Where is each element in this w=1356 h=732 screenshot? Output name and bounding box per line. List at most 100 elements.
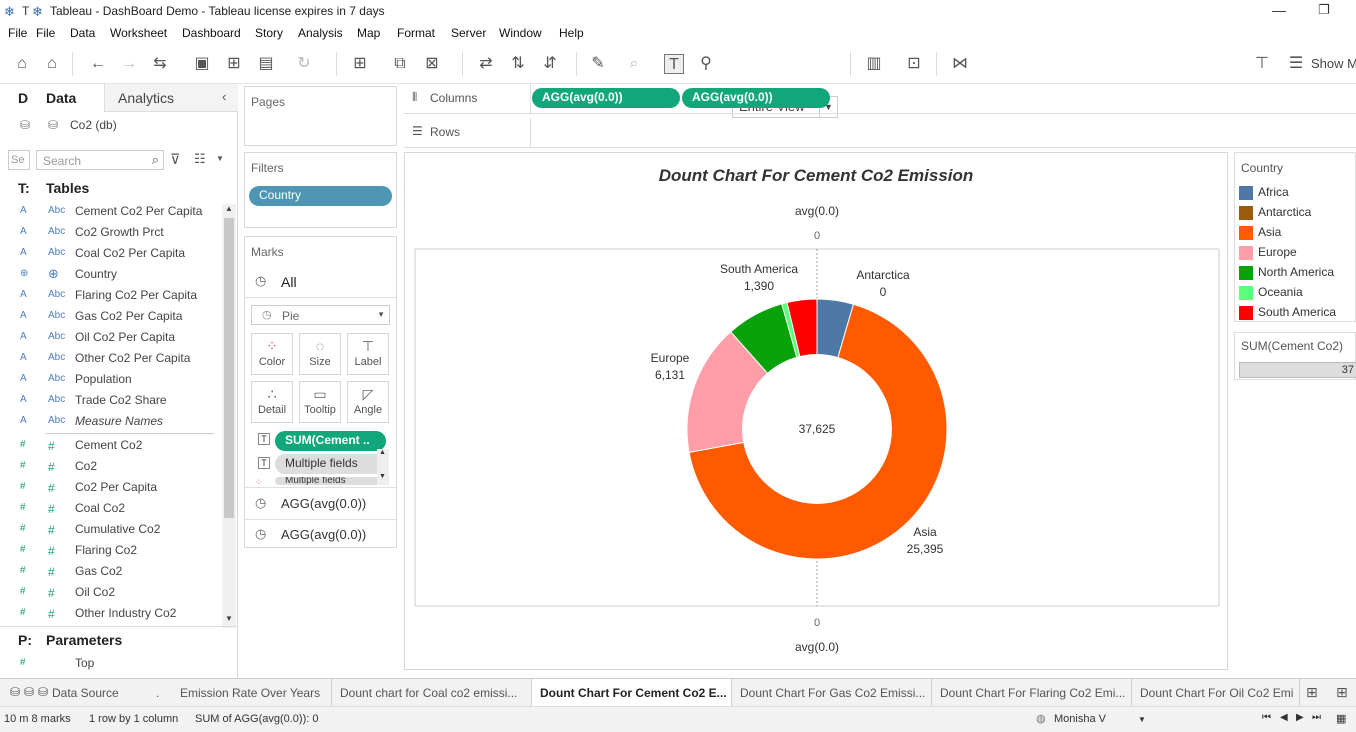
highlight-icon[interactable]: ✎ [588, 54, 608, 74]
color-button[interactable]: ⁘ Color [251, 333, 293, 375]
tab-data[interactable]: Data [46, 90, 76, 106]
field-dimension[interactable]: A Abc Gas Co2 Per Capita [0, 307, 220, 328]
field-dimension[interactable]: A Abc Co2 Growth Prct [0, 223, 220, 244]
scrollbar[interactable]: ▲ ▼ [377, 449, 389, 485]
field-dimension[interactable]: A Abc Coal Co2 Per Capita [0, 244, 220, 265]
show-me-icon[interactable]: ☰ [1286, 54, 1306, 74]
sheet-tab[interactable]: Dount Chart For Gas Co2 Emissi... [732, 679, 932, 707]
refresh-icon[interactable]: ↻ [294, 54, 314, 74]
show-me-button[interactable]: Show M [1311, 56, 1356, 71]
menu-analysis[interactable]: Analysis [298, 26, 343, 40]
field-measure[interactable]: # # Coal Co2 [0, 499, 220, 520]
replay-icon[interactable]: ⇆ [150, 54, 170, 74]
field-dimension[interactable]: A Abc Trade Co2 Share [0, 391, 220, 412]
new-datasource-icon[interactable]: ⊞ [224, 54, 244, 74]
field-dimension[interactable]: ⊕ ⊕ Country [0, 265, 220, 286]
scroll-up-icon[interactable]: ▲ [379, 449, 386, 456]
group-icon[interactable]: ⌕ [624, 54, 644, 74]
save-icon[interactable]: ▣ [192, 54, 212, 74]
new-dashboard-icon[interactable]: ⊞ [1336, 684, 1348, 701]
label-button[interactable]: ⊤ Label [347, 333, 389, 375]
tooltip-button[interactable]: ▭ Tooltip [299, 381, 341, 423]
grid-view-icon[interactable]: ▦ [1336, 712, 1346, 725]
filter-icon[interactable]: ⊽ [170, 151, 180, 168]
duplicate-sheet-icon[interactable]: ⧉ [390, 54, 410, 74]
new-sheet-icon[interactable]: ⊞ [350, 54, 370, 74]
scrollbar[interactable]: ▲ ▼ [222, 204, 236, 628]
donut-chart[interactable]: Dount Chart For Cement Co2 Emission avg(… [405, 153, 1227, 669]
show-labels-icon[interactable]: T [664, 54, 684, 74]
color-pill-multiple-fields[interactable]: Multiple fields [275, 477, 385, 485]
size-button[interactable]: ◌ Size [299, 333, 341, 375]
field-measure[interactable]: # # Oil Co2 [0, 583, 220, 604]
last-sheet-icon[interactable]: ⏭ [1312, 712, 1321, 723]
menu-window[interactable]: Window [499, 26, 542, 40]
field-measure[interactable]: # # Gas Co2 [0, 562, 220, 583]
format-painter-icon[interactable]: ⊤ [1252, 54, 1272, 74]
clear-sheet-icon[interactable]: ⊠ [422, 54, 442, 74]
menu-server[interactable]: Server [451, 26, 486, 40]
parameter-item[interactable]: # Top [0, 654, 220, 675]
filters-card[interactable]: Filters Country [244, 152, 397, 228]
angle-button[interactable]: ◸ Angle [347, 381, 389, 423]
pause-updates-icon[interactable]: ▤ [256, 54, 276, 74]
field-measure[interactable]: # # Other Industry Co2 [0, 604, 220, 625]
sheet-tab[interactable]: Dount Chart For Flaring Co2 Emi... [932, 679, 1132, 707]
scroll-down-icon[interactable]: ▼ [379, 473, 386, 480]
chevron-down-icon[interactable]: ▼ [216, 154, 224, 163]
sort-descending-icon[interactable]: ⇵ [540, 54, 560, 74]
home-icon[interactable]: ⌂ [12, 54, 32, 74]
sheet-tab[interactable]: Dount Chart For Oil Co2 Emi [1132, 679, 1300, 707]
view-list-icon[interactable]: ☷ [194, 151, 206, 167]
minimize-button[interactable]: — [1272, 2, 1286, 18]
first-sheet-icon[interactable]: ⏮ [1262, 712, 1271, 723]
field-measure[interactable]: # # Co2 [0, 457, 220, 478]
field-measure[interactable]: # # Cement Co2 [0, 436, 220, 457]
new-worksheet-icon[interactable]: ⊞ [1306, 684, 1318, 701]
column-pill-1[interactable]: AGG(avg(0.0)) [532, 88, 680, 108]
color-legend[interactable]: Country Africa Antarctica Asia Europe North … [1234, 152, 1356, 322]
field-measure[interactable]: # # Flaring Co2 [0, 541, 220, 562]
sort-ascending-icon[interactable]: ⇅ [508, 54, 528, 74]
label-pill-sum-cement[interactable]: SUM(Cement .. [275, 431, 386, 451]
menu-help[interactable]: Help [559, 26, 584, 40]
prev-sheet-icon[interactable]: ◀ [1280, 712, 1288, 723]
label-pill-multiple-fields[interactable]: Multiple fields [275, 454, 385, 474]
agg-card-1[interactable]: AGG(avg(0.0)) [281, 496, 366, 511]
menu-data[interactable]: Data [70, 26, 95, 40]
redo-icon[interactable]: → [119, 54, 139, 74]
tab-data-source[interactable]: Data Source [52, 686, 119, 700]
sheet-tab[interactable]: Dount chart for Coal co2 emissi... [332, 679, 532, 707]
detail-button[interactable]: ∴ Detail [251, 381, 293, 423]
field-dimension[interactable]: A Abc Oil Co2 Per Capita [0, 328, 220, 349]
tab-d[interactable]: D [18, 90, 28, 106]
sheet-tab[interactable]: Emission Rate Over Years [172, 679, 332, 707]
agg-card-2[interactable]: AGG(avg(0.0)) [281, 527, 366, 542]
sheet-tab[interactable]: Dount Chart For Cement Co2 E... [532, 679, 732, 707]
datasource-tab-icon[interactable]: ⛁ [38, 685, 48, 699]
menu-story[interactable]: Story [255, 26, 283, 40]
columns-shelf[interactable]: ⦀ Columns AGG(avg(0.0)) AGG(avg(0.0)) [404, 84, 1356, 114]
size-legend[interactable]: SUM(Cement Co2) 37 [1234, 332, 1356, 380]
tab-analytics[interactable]: Analytics [118, 90, 174, 106]
rows-shelf[interactable]: ☰ Rows [404, 118, 1356, 148]
scroll-up-icon[interactable]: ▲ [225, 204, 233, 213]
field-dimension[interactable]: A Abc Measure Names [0, 412, 220, 433]
field-dimension[interactable]: A Abc Population [0, 370, 220, 391]
field-measure[interactable]: # # Co2 Per Capita [0, 478, 220, 499]
field-dimension[interactable]: A Abc Other Co2 Per Capita [0, 349, 220, 370]
menu-map[interactable]: Map [357, 26, 380, 40]
collapse-pane-icon[interactable]: ‹ [222, 89, 226, 104]
mark-type-select[interactable]: ◷ Pie ▼ [251, 305, 390, 325]
menu-file[interactable]: File [8, 26, 27, 40]
datasource-tab-icon[interactable]: ⛁ [24, 685, 34, 699]
search-input[interactable]: Search ⌕ [36, 150, 164, 170]
chevron-down-icon[interactable]: ▼ [1138, 715, 1146, 724]
menu-format[interactable]: Format [397, 26, 435, 40]
menu-file-2[interactable]: File [36, 26, 55, 40]
field-dimension[interactable]: A Abc Flaring Co2 Per Capita [0, 286, 220, 307]
presentation-mode-icon[interactable]: ⊡ [904, 54, 924, 74]
scrollbar-thumb[interactable] [224, 218, 234, 518]
pages-card[interactable]: Pages [244, 86, 397, 146]
pin-icon[interactable]: ⚲ [696, 54, 716, 74]
